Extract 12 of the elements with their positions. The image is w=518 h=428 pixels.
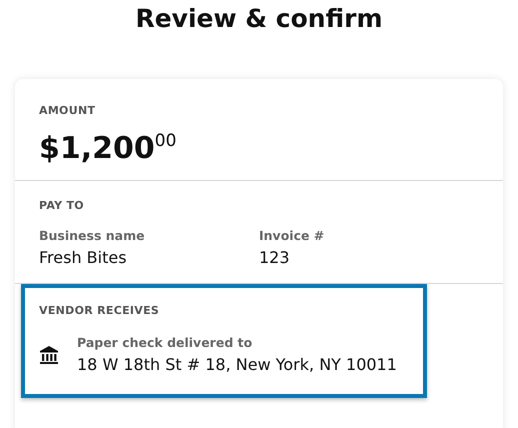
address-value: 18 W 18th St # 18, New York, NY 10011 (77, 355, 397, 374)
field-label: Business name (39, 228, 146, 243)
amount-value: $1,200$^{00}$ (39, 131, 178, 166)
section-label: PAY TO (39, 199, 85, 212)
bank-icon (39, 344, 59, 364)
method-label: Paper check delivered to (77, 335, 254, 350)
section-label: VENDOR RECEIVES (39, 304, 160, 317)
page-title: Review & confirm (134, 3, 384, 33)
field-value: 123 (259, 248, 291, 267)
section-label: AMOUNT (39, 104, 96, 117)
field-value: Fresh Bites (39, 248, 128, 267)
field-label: Invoice # (259, 228, 326, 243)
